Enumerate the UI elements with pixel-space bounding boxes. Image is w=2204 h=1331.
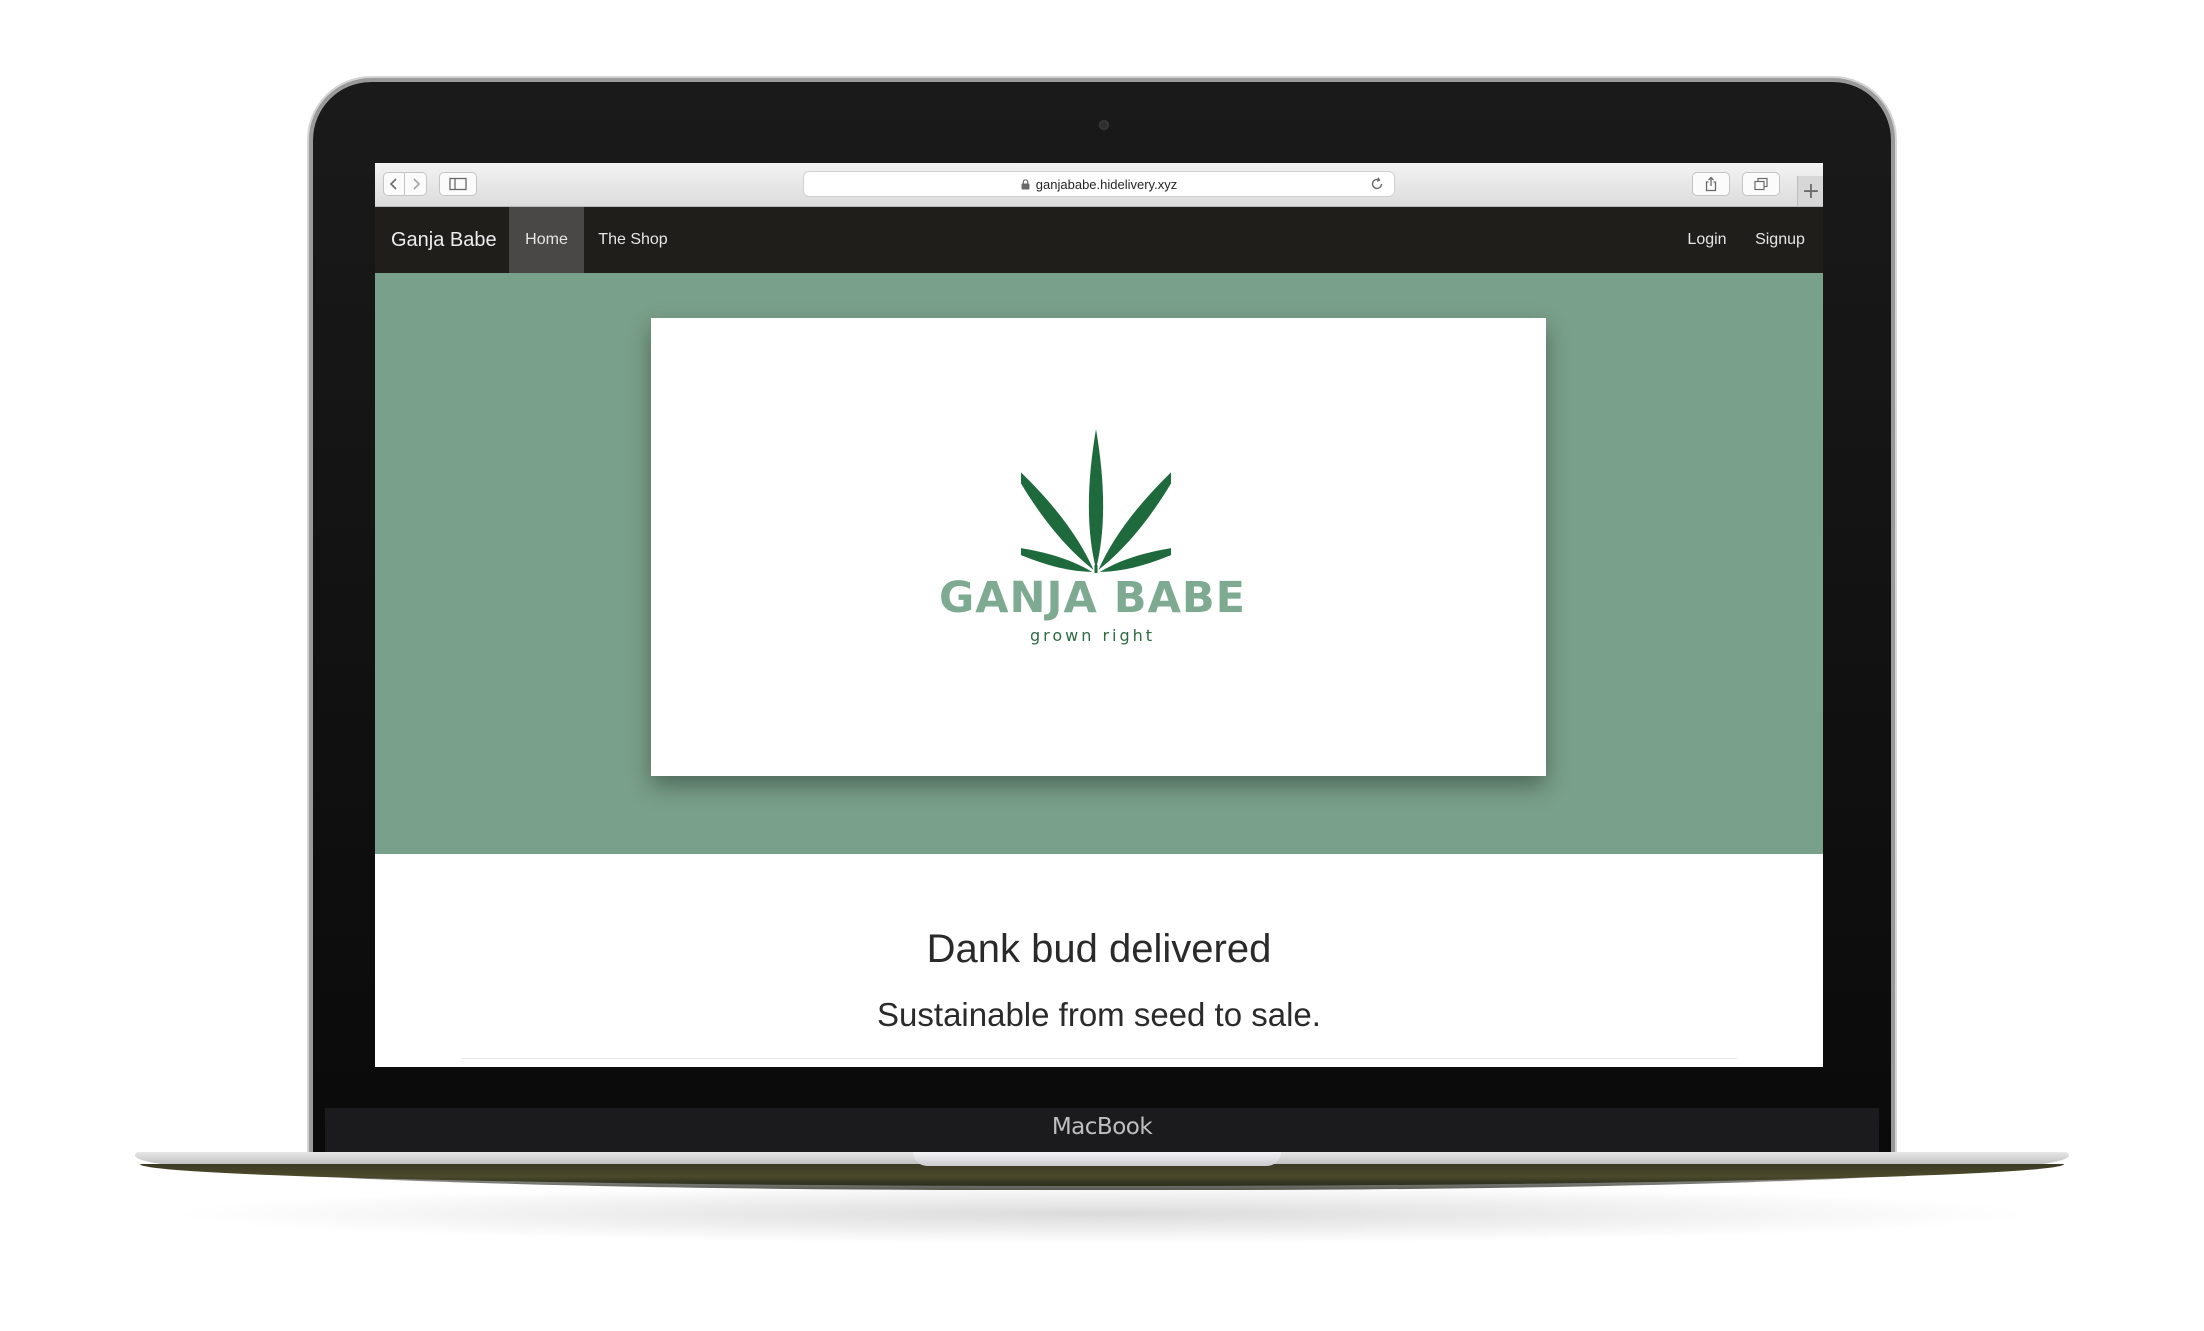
floor-shadow bbox=[160, 1184, 2044, 1244]
browser-window: ganjababe.hidelivery.xyz + Ganja Babe Ho… bbox=[375, 163, 1823, 1067]
sidebar-button[interactable] bbox=[439, 172, 477, 196]
back-button[interactable] bbox=[383, 172, 405, 196]
laptop-notch bbox=[913, 1152, 1281, 1166]
sidebar-icon bbox=[449, 177, 467, 191]
subheadline: Sustainable from seed to sale. bbox=[877, 996, 1321, 1033]
nav-item-home[interactable]: Home bbox=[509, 207, 584, 273]
plus-icon: + bbox=[1801, 178, 1821, 204]
logo-wordmark: GANJA BABE bbox=[938, 573, 1246, 623]
camera-icon bbox=[1099, 120, 1109, 130]
chevron-right-icon bbox=[412, 178, 420, 190]
tabs-overview-button[interactable] bbox=[1742, 172, 1780, 196]
chevron-left-icon bbox=[389, 178, 397, 190]
url-text: ganjababe.hidelivery.xyz bbox=[1035, 176, 1178, 192]
nav-item-the-shop[interactable]: The Shop bbox=[591, 207, 675, 273]
laptop-base-edge bbox=[140, 1164, 2064, 1186]
headline: Dank bud delivered bbox=[926, 927, 1272, 971]
brand-link[interactable]: Ganja Babe bbox=[391, 207, 497, 273]
hero-section: GANJA BABE grown right bbox=[375, 273, 1823, 854]
logo-tagline: grown right bbox=[1029, 626, 1156, 645]
macbook-label: MacBook bbox=[1051, 1114, 1153, 1140]
cannabis-leaf-icon bbox=[1021, 429, 1171, 573]
browser-toolbar: ganjababe.hidelivery.xyz + bbox=[375, 163, 1823, 207]
lock-icon bbox=[1021, 178, 1030, 189]
section-divider bbox=[461, 1058, 1737, 1059]
share-icon bbox=[1705, 176, 1717, 192]
reload-icon[interactable] bbox=[1370, 177, 1384, 191]
address-bar[interactable]: ganjababe.hidelivery.xyz bbox=[803, 171, 1395, 197]
forward-button[interactable] bbox=[405, 172, 427, 196]
new-tab-button[interactable]: + bbox=[1797, 176, 1823, 206]
site-navbar: Ganja Babe Home The Shop Login Signup bbox=[375, 207, 1823, 273]
share-button[interactable] bbox=[1692, 172, 1730, 196]
hero-logo-card: GANJA BABE grown right bbox=[651, 318, 1546, 776]
nav-item-signup[interactable]: Signup bbox=[1749, 207, 1811, 273]
tabs-icon bbox=[1754, 177, 1768, 191]
nav-item-login[interactable]: Login bbox=[1681, 207, 1733, 273]
